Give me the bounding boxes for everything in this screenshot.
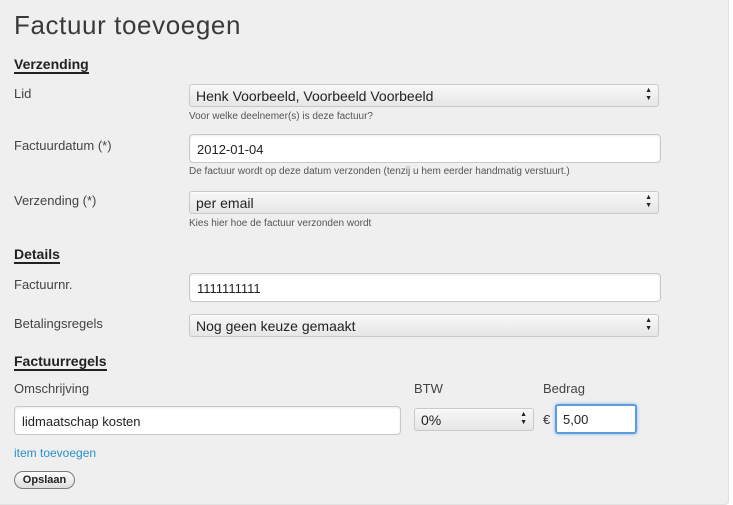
factuurdatum-input[interactable]: 2012-01-04 [189,134,661,163]
lid-help: Voor welke deelnemer(s) is deze factuur? [189,111,373,122]
section-details: Details [14,246,60,264]
page-title: Factuur toevoegen [14,10,242,40]
betalingsregels-label: Betalingsregels [14,316,103,331]
betalingsregels-select[interactable]: Nog geen keuze gemaakt ▲ ▼ [189,314,659,337]
line-vat-select[interactable]: 0% ▲ ▼ [414,408,534,431]
verzending-select[interactable]: per email ▲ ▼ [189,191,659,214]
line-vat-select-value: 0% [421,412,442,428]
lid-select-value: Henk Voorbeeld, Voorbeeld Voorbeeld [196,88,434,104]
add-item-link[interactable]: item toevoegen [14,446,96,460]
factuurnr-input[interactable]: 1111111111 [189,273,661,302]
select-arrows-icon: ▲ ▼ [645,194,652,209]
line-amount-input[interactable]: 5,00 [555,404,637,434]
factuurnr-label: Factuurnr. [14,277,73,292]
lid-select[interactable]: Henk Voorbeeld, Voorbeeld Voorbeeld ▲ ▼ [189,84,659,107]
form-panel: Factuur toevoegen Verzending Lid Henk Vo… [0,0,729,505]
select-arrows-icon: ▲ ▼ [520,411,527,426]
verzending-help: Kies hier hoe de factuur verzonden wordt [189,218,372,229]
line-description-input[interactable]: lidmaatschap kosten [14,406,401,435]
column-header-description: Omschrijving [14,381,90,396]
column-header-vat: BTW [414,381,443,396]
verzending-select-value: per email [196,195,254,211]
select-arrows-icon: ▲ ▼ [645,87,652,102]
verzending-label: Verzending (*) [14,193,97,208]
column-header-amount: Bedrag [543,381,585,396]
factuurdatum-help: De factuur wordt op deze datum verzonden… [189,166,570,177]
save-button[interactable]: Opslaan [14,471,75,489]
factuurdatum-label: Factuurdatum (*) [14,138,112,153]
currency-symbol: € [543,412,551,427]
lid-label: Lid [14,86,32,101]
betalingsregels-select-value: Nog geen keuze gemaakt [196,318,356,334]
section-factuurregels: Factuurregels [14,353,107,371]
select-arrows-icon: ▲ ▼ [645,317,652,332]
section-verzending: Verzending [14,56,89,74]
